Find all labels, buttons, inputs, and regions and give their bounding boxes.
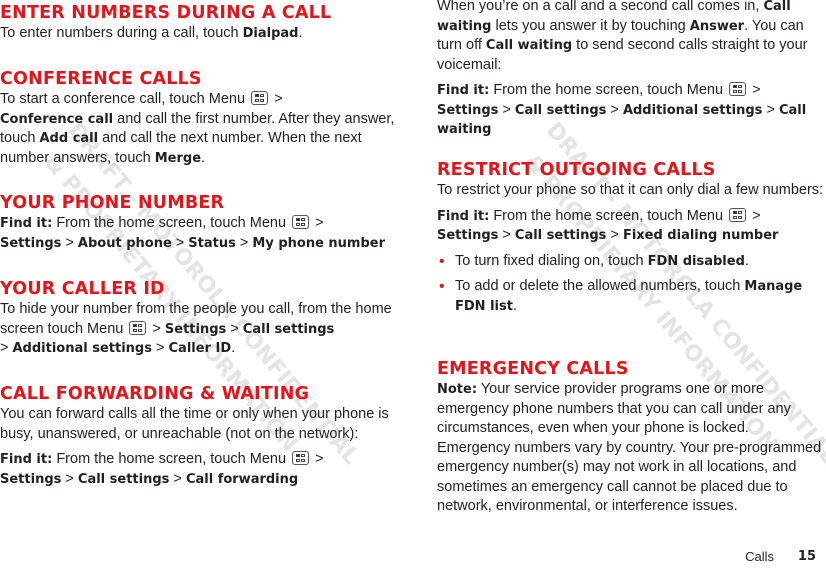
section-enter-numbers: Enter numbers during a call To enter num… xyxy=(0,2,410,44)
section-conference-calls: Conference calls To start a conference c… xyxy=(0,68,410,168)
section-heading: Conference calls xyxy=(0,69,202,89)
find-it-path: Find it: From the home screen, touch Men… xyxy=(437,82,807,137)
menu-icon xyxy=(729,207,747,222)
find-it-path: Find it: From the home screen, touch Men… xyxy=(0,451,324,487)
menu-icon xyxy=(251,91,269,105)
section-restrict-outgoing: Restrict outgoing calls To restrict your… xyxy=(437,159,826,316)
page-number: 15 xyxy=(797,549,816,564)
section-heading: Your caller ID xyxy=(0,279,165,299)
section-call-forwarding: Call forwarding & waiting You can forwar… xyxy=(0,383,410,489)
find-it-path: Find it: From the home screen, touch Men… xyxy=(437,207,779,243)
section-heading: Emergency calls xyxy=(437,359,629,379)
section-call-waiting: When you’re on a call and a second call … xyxy=(437,0,826,140)
paragraph: To hide your number from the people you … xyxy=(0,301,392,356)
section-your-phone-number: Your phone number Find it: From the home… xyxy=(0,192,410,253)
bullet-item: To add or delete the allowed numbers, to… xyxy=(437,277,826,316)
paragraph: To enter numbers during a call, touch Di… xyxy=(0,25,303,41)
section-your-caller-id: Your caller ID To hide your number from … xyxy=(0,278,410,359)
paragraph: You can forward calls all the time or on… xyxy=(0,406,389,442)
section-heading: Enter numbers during a call xyxy=(0,3,332,23)
menu-icon xyxy=(129,320,147,335)
bullet-item: To turn fixed dialing on, touch FDN disa… xyxy=(437,252,826,272)
find-it-path: Find it: From the home screen, touch Men… xyxy=(0,215,386,251)
paragraph: Note: Your service provider programs one… xyxy=(437,381,822,514)
bullet-list: To turn fixed dialing on, touch FDN disa… xyxy=(437,252,826,317)
menu-icon xyxy=(729,82,747,96)
footer-section-label: Calls xyxy=(745,549,774,564)
section-heading: Restrict outgoing calls xyxy=(437,160,716,180)
paragraph: When you’re on a call and a second call … xyxy=(437,0,808,73)
paragraph: To start a conference call, touch Menu >… xyxy=(0,91,395,166)
section-heading: Your phone number xyxy=(0,193,225,213)
menu-icon xyxy=(292,215,310,229)
section-emergency-calls: Emergency calls Note: Your service provi… xyxy=(437,358,826,517)
paragraph: To restrict your phone so that it can on… xyxy=(437,182,824,198)
menu-icon xyxy=(292,451,310,465)
section-heading: Call forwarding & waiting xyxy=(0,384,310,404)
